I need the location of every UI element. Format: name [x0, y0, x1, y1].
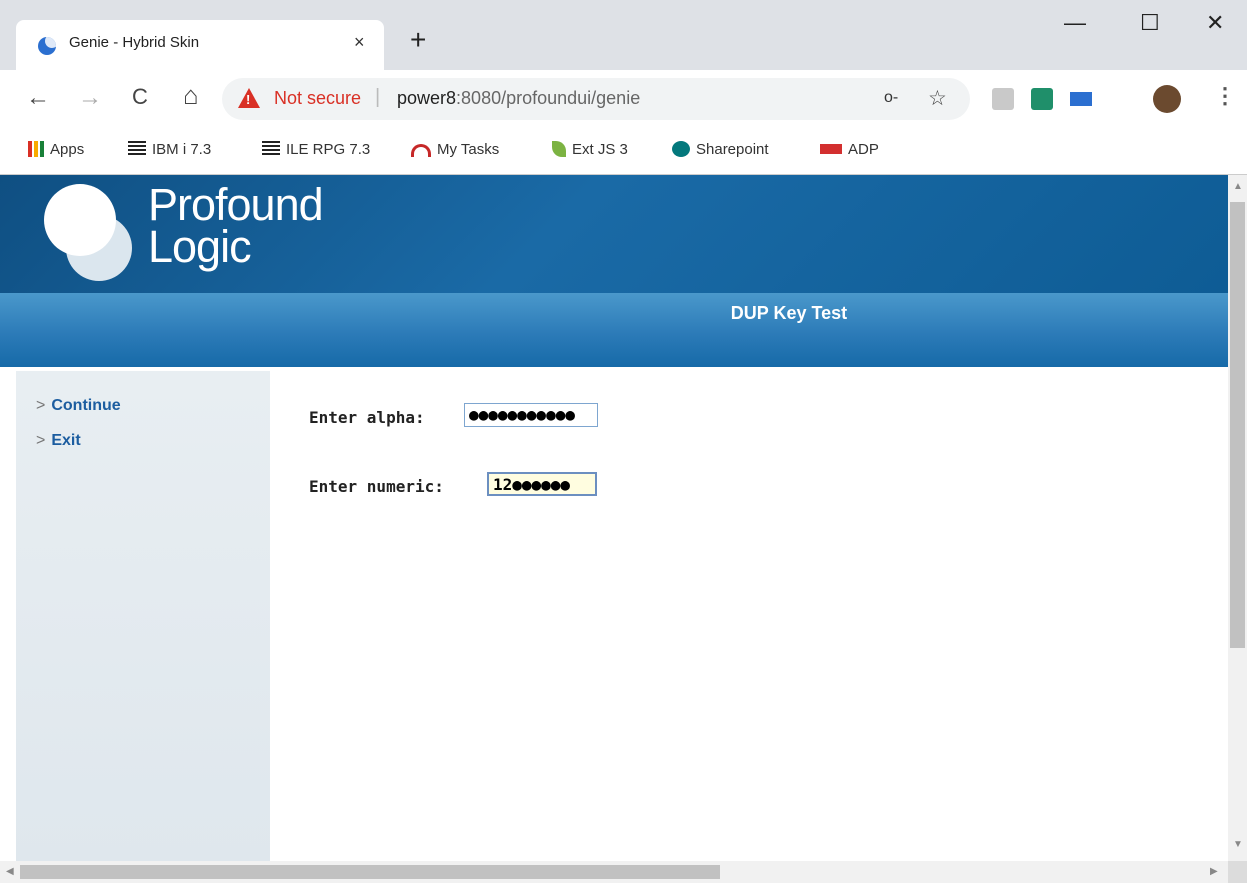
sharepoint-icon — [672, 141, 690, 157]
tasks-icon — [411, 144, 431, 157]
back-arrow-icon[interactable]: ← — [26, 84, 50, 112]
bookmark-label: Apps — [50, 141, 85, 158]
security-label[interactable]: Not secure — [274, 88, 361, 109]
bookmark-label: IBM i 7.3 — [152, 141, 212, 158]
bookmark-apps[interactable]: Apps — [28, 141, 84, 158]
numeric-label: Enter numeric: — [309, 477, 444, 496]
apps-grid-icon — [28, 141, 44, 157]
chevron-right-icon: > — [36, 397, 46, 414]
genie-page: Profound Logic DUP Key Test > Continue > E… — [0, 175, 1228, 861]
browser-toolbar: ← → C ⌂ Not secure | power8:8080/profoun… — [0, 70, 1247, 130]
app-header: Profound Logic — [0, 175, 1228, 293]
logo-line-profound: Profound — [148, 179, 324, 230]
alpha-label: Enter alpha: — [309, 408, 425, 427]
sidebar-item-continue[interactable]: > Continue — [36, 397, 121, 415]
home-icon[interactable]: ⌂ — [183, 80, 199, 111]
sidebar-item-exit[interactable]: > Exit — [36, 432, 81, 450]
url-text[interactable]: power8:8080/profoundui/genie — [397, 88, 640, 109]
screen-title: DUP Key Test — [730, 303, 848, 323]
extjs-icon — [552, 141, 566, 157]
tab-close-icon[interactable]: × — [354, 32, 365, 53]
browser-titlebar: Genie - Hybrid Skin × + — ☐ ✕ — [0, 0, 1247, 70]
horizontal-scrollbar[interactable]: ◀ ▶ — [0, 861, 1228, 883]
presentation-extension-icon[interactable] — [1070, 92, 1092, 106]
chevron-right-icon: > — [36, 432, 46, 449]
scrollbar-corner — [1228, 861, 1247, 883]
sidebar-item-label: Continue — [51, 397, 121, 414]
bookmark-ibm-i[interactable]: IBM i 7.3 — [128, 141, 211, 158]
reload-icon[interactable]: C — [132, 84, 148, 110]
profile-avatar[interactable] — [1153, 85, 1181, 113]
bookmark-star-icon[interactable]: ☆ — [928, 86, 947, 111]
acrobat-extension-icon[interactable] — [992, 88, 1014, 110]
bookmark-label: Ext JS 3 — [572, 141, 628, 158]
logo-circle-icon — [66, 215, 132, 281]
bookmark-label: ADP — [848, 141, 879, 158]
scroll-down-arrow-icon[interactable]: ▼ — [1233, 839, 1243, 850]
bookmark-sharepoint[interactable]: Sharepoint — [672, 141, 769, 158]
bookmark-label: ILE RPG 7.3 — [286, 141, 371, 158]
vertical-scroll-thumb[interactable] — [1230, 202, 1245, 648]
minimize-button[interactable]: — — [1064, 10, 1086, 36]
browser-tab[interactable]: Genie - Hybrid Skin × — [16, 20, 384, 70]
scroll-right-arrow-icon[interactable]: ▶ — [1210, 866, 1218, 877]
browser-menu-icon[interactable]: ⋮ — [1214, 83, 1236, 109]
bookmark-extjs[interactable]: Ext JS 3 — [552, 141, 628, 158]
logo-line-logic: Logic — [148, 221, 252, 272]
close-window-button[interactable]: ✕ — [1206, 10, 1224, 36]
alpha-input[interactable]: ●●●●●●●●●●● — [464, 403, 598, 427]
horizontal-scroll-thumb[interactable] — [20, 865, 720, 879]
sidebar-item-label: Exit — [51, 432, 81, 449]
numeric-input[interactable]: 12●●●●●● — [487, 472, 597, 496]
address-bar[interactable]: Not secure | power8:8080/profoundui/geni… — [222, 78, 970, 120]
function-key-sidebar: > Continue > Exit — [16, 371, 270, 861]
bookmark-ile-rpg[interactable]: ILE RPG 7.3 — [262, 141, 370, 158]
password-key-icon[interactable]: o- — [884, 89, 898, 107]
s-extension-icon[interactable] — [1031, 88, 1053, 110]
screen-title-bar: DUP Key Test — [0, 293, 1228, 367]
scroll-up-arrow-icon[interactable]: ▲ — [1233, 181, 1243, 192]
maximize-button[interactable]: ☐ — [1140, 10, 1160, 36]
new-tab-button[interactable]: + — [410, 26, 426, 54]
bookmarks-bar: Apps IBM i 7.3 ILE RPG 7.3 My Tasks Ext … — [0, 130, 1247, 175]
scroll-left-arrow-icon[interactable]: ◀ — [6, 866, 14, 877]
bookmark-adp[interactable]: ADP — [820, 141, 879, 158]
bookmark-label: My Tasks — [437, 141, 500, 158]
ibm-icon — [262, 141, 280, 157]
tab-title: Genie - Hybrid Skin — [69, 34, 200, 51]
ibm-icon — [128, 141, 146, 157]
bookmark-label: Sharepoint — [696, 141, 769, 158]
url-path: :8080/profoundui/genie — [456, 88, 641, 108]
genie-favicon-icon — [38, 37, 56, 55]
adp-icon — [820, 144, 842, 154]
vertical-scrollbar[interactable]: ▲ ▼ — [1228, 175, 1247, 861]
forward-arrow-icon[interactable]: → — [78, 84, 102, 112]
warning-icon[interactable] — [238, 88, 260, 108]
logo-text: Profound Logic — [148, 179, 324, 272]
url-separator: | — [375, 86, 381, 108]
url-host: power8 — [397, 88, 457, 108]
bookmark-my-tasks[interactable]: My Tasks — [411, 141, 499, 158]
